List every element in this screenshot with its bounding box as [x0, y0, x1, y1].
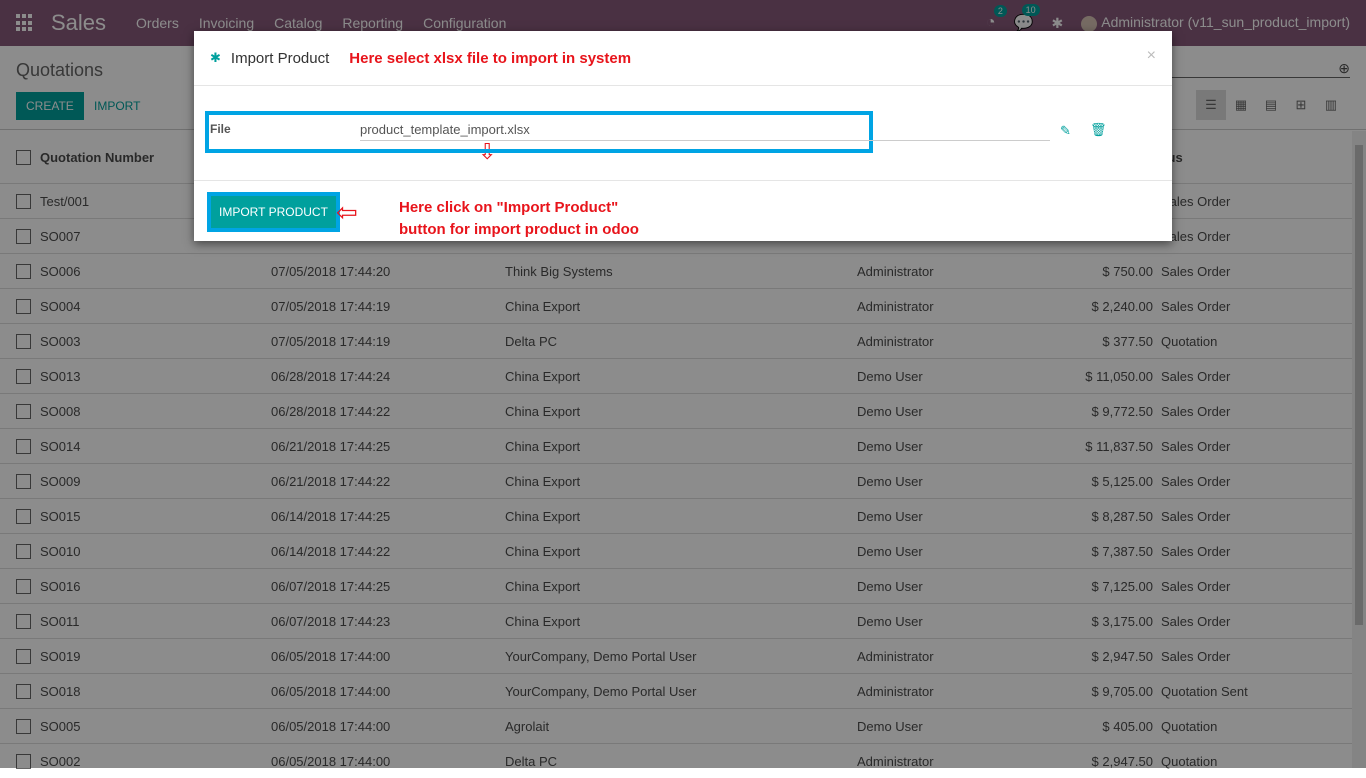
file-input[interactable]: product_template_import.xlsx — [360, 122, 1050, 141]
arrow-left-annotation-icon: ⇦ — [336, 197, 358, 227]
annotation-bottom: Here click on "Import Product" button fo… — [399, 197, 639, 241]
import-product-dialog: ✱ Import Product Here select xlsx file t… — [194, 31, 1172, 241]
dialog-title: Import Product — [230, 49, 330, 67]
annotation-top: Here select xlsx file to import in syste… — [349, 49, 632, 67]
import-product-button[interactable]: IMPORT PRODUCT — [207, 192, 340, 232]
close-icon[interactable]: × — [1147, 47, 1156, 65]
edit-pencil-icon[interactable]: ✎ — [1060, 123, 1071, 139]
trash-icon[interactable]: 🗑 — [1090, 122, 1107, 138]
annotation-line-2: button for import product in odoo — [399, 221, 639, 238]
bug-icon: ✱ — [210, 50, 221, 65]
file-label: File — [210, 122, 231, 136]
annotation-line-1: Here click on "Import Product" — [399, 199, 619, 216]
